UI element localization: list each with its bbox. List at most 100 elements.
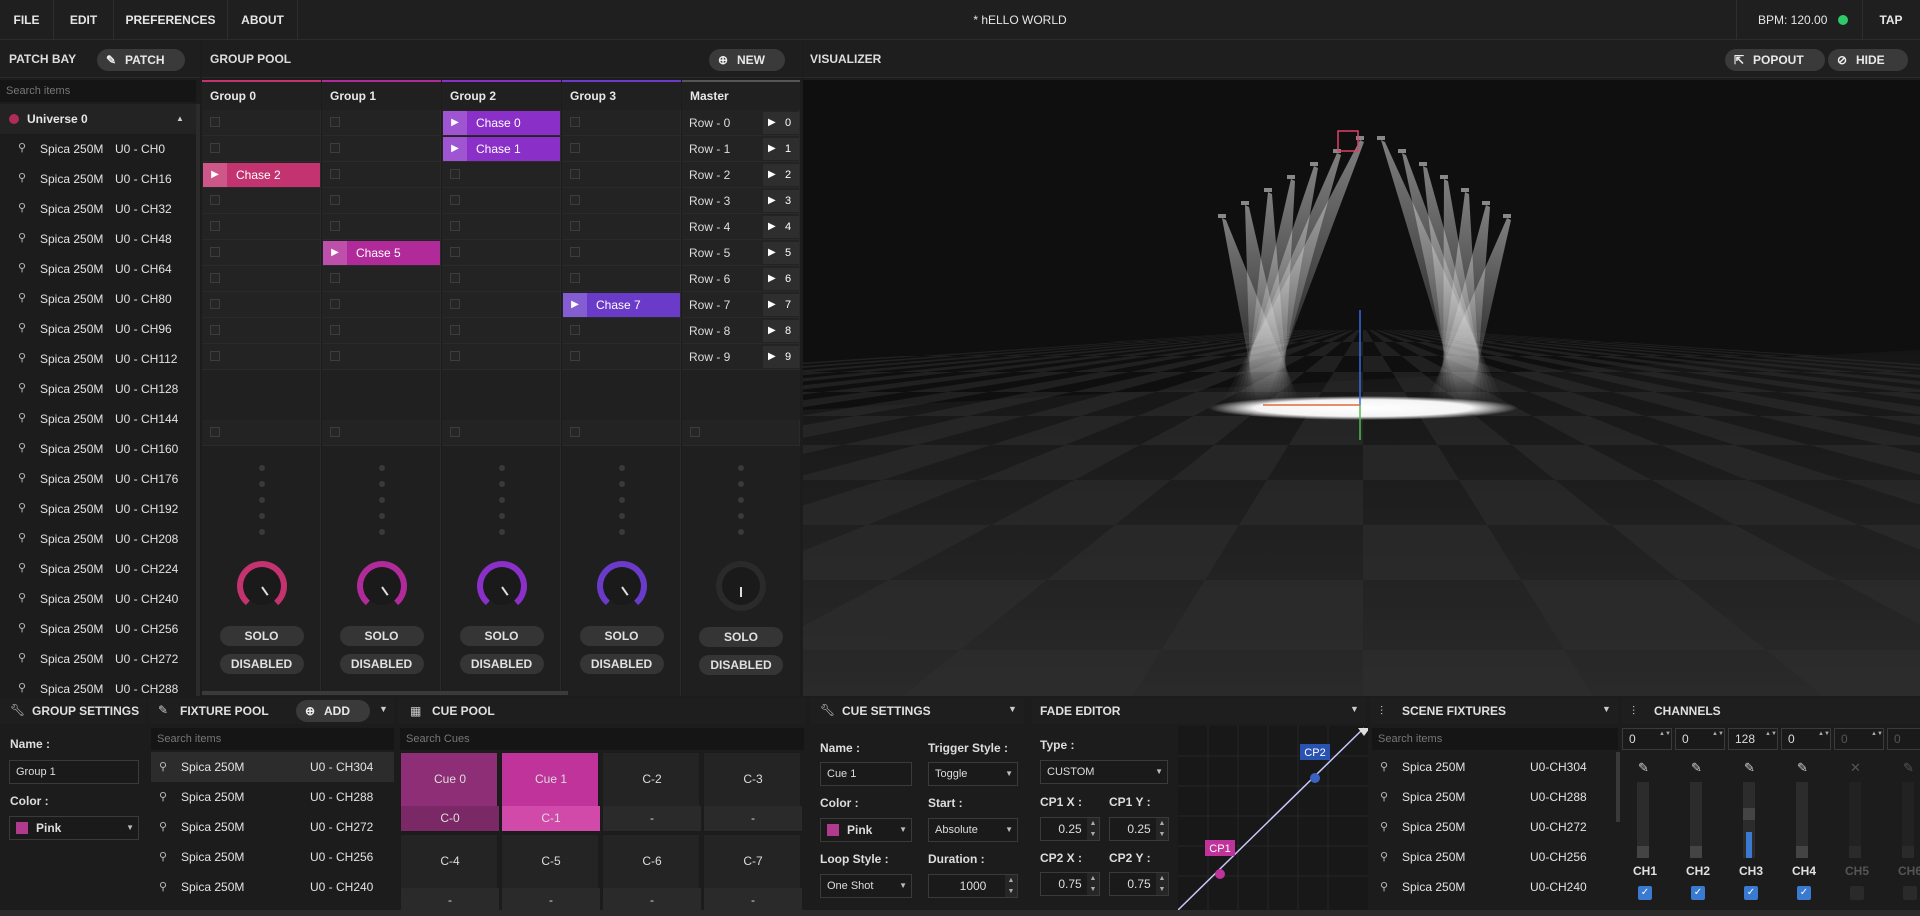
row-trigger-button[interactable]: ▶ 3 xyxy=(763,190,799,212)
group-header[interactable]: Group 0 xyxy=(202,82,321,110)
group-cell[interactable] xyxy=(562,110,681,136)
master-footer-cell[interactable] xyxy=(682,420,800,446)
group-cell[interactable] xyxy=(322,214,441,240)
patch-fixture-row[interactable]: ⚲ Spica 250M U0 - CH240 xyxy=(0,584,196,614)
universe-header[interactable]: Universe 0 ▲ xyxy=(0,104,196,134)
chase-cell[interactable]: ▶ Chase 2 xyxy=(203,163,320,187)
row-trigger-button[interactable]: ▶ 4 xyxy=(763,216,799,238)
patch-fixture-row[interactable]: ⚲ Spica 250M U0 - CH208 xyxy=(0,524,196,554)
master-disabled-button[interactable]: DISABLED xyxy=(699,655,783,675)
cell-checkbox[interactable] xyxy=(570,169,580,179)
chevron-down-icon[interactable]: ▼ xyxy=(379,704,388,714)
fader-handle[interactable] xyxy=(1796,846,1808,858)
stepper-icon[interactable]: ▲▼ xyxy=(1087,873,1099,895)
group-cell[interactable] xyxy=(562,318,681,344)
channel-fader[interactable] xyxy=(1743,782,1755,858)
cell-checkbox[interactable] xyxy=(450,325,460,335)
channel-enable-checkbox[interactable] xyxy=(1850,886,1864,900)
patch-fixture-row[interactable]: ⚲ Spica 250M U0 - CH48 xyxy=(0,224,196,254)
cell-checkbox[interactable] xyxy=(330,221,340,231)
channel-enable-checkbox[interactable]: ✓ xyxy=(1797,886,1811,900)
row-trigger-button[interactable]: ▶ 5 xyxy=(763,242,799,264)
channel-enable-checkbox[interactable] xyxy=(1903,886,1917,900)
group-cell[interactable] xyxy=(562,136,681,162)
cell-checkbox[interactable] xyxy=(330,143,340,153)
group-cell[interactable] xyxy=(322,110,441,136)
patch-fixture-row[interactable]: ⚲ Spica 250M U0 - CH160 xyxy=(0,434,196,464)
solo-button[interactable]: SOLO xyxy=(219,626,304,646)
channel-value-input[interactable]: 0▲▼ xyxy=(1834,728,1884,750)
channel-value-input[interactable]: 0▲▼ xyxy=(1887,728,1920,750)
stepper-icon[interactable]: ▲▼ xyxy=(1765,729,1777,749)
new-group-button[interactable]: ⊕ NEW xyxy=(709,49,785,71)
cell-checkbox[interactable] xyxy=(570,427,580,437)
popout-button[interactable]: ⇱ POPOUT xyxy=(1725,49,1825,71)
cell-checkbox[interactable] xyxy=(210,325,220,335)
cell-checkbox[interactable] xyxy=(450,221,460,231)
menu-about[interactable]: ABOUT xyxy=(228,0,298,40)
group-footer-cell[interactable] xyxy=(442,420,561,446)
group-cell[interactable] xyxy=(322,318,441,344)
patch-fixture-row[interactable]: ⚲ Spica 250M U0 - CH80 xyxy=(0,284,196,314)
scene-fixture-row[interactable]: ⚲ Spica 250M U0-CH256 xyxy=(1372,842,1620,872)
fader-handle[interactable] xyxy=(1690,846,1702,858)
grouppool-scrollbar[interactable] xyxy=(202,691,568,695)
cue-color-select[interactable]: Pink ▼ xyxy=(820,818,912,842)
group-color-select[interactable]: Pink ▼ xyxy=(9,816,139,840)
patch-fixture-row[interactable]: ⚲ Spica 250M U0 - CH128 xyxy=(0,374,196,404)
cuepool-search-input[interactable]: Search Cues xyxy=(400,728,804,750)
stepper-icon[interactable]: ▲▼ xyxy=(1087,818,1099,840)
menu-file[interactable]: FILE xyxy=(0,0,54,40)
channel-value-input[interactable]: 128 ▲▼ xyxy=(1728,728,1778,750)
cp1x-input[interactable]: 0.25 ▲ ▼ xyxy=(1040,817,1100,841)
play-icon[interactable]: ▶ xyxy=(323,241,347,265)
play-icon[interactable]: ▶ xyxy=(443,137,467,161)
cell-checkbox[interactable] xyxy=(450,299,460,309)
patch-fixture-row[interactable]: ⚲ Spica 250M U0 - CH32 xyxy=(0,194,196,224)
play-icon[interactable]: ▶ xyxy=(203,163,227,187)
cell-checkbox[interactable] xyxy=(330,325,340,335)
stepper-icon[interactable]: ▲▼ xyxy=(1156,818,1168,840)
cp2y-input[interactable]: 0.75 ▲ ▼ xyxy=(1109,872,1169,896)
cell-checkbox[interactable] xyxy=(330,169,340,179)
row-trigger-button[interactable]: ▶ 1 xyxy=(763,138,799,160)
patch-fixture-row[interactable]: ⚲ Spica 250M U0 - CH272 xyxy=(0,644,196,674)
group-cell[interactable] xyxy=(202,292,321,318)
group-cell[interactable] xyxy=(562,266,681,292)
cell-checkbox[interactable] xyxy=(330,273,340,283)
cell-checkbox[interactable] xyxy=(330,117,340,127)
fixturepool-search-input[interactable]: Search items xyxy=(151,728,394,750)
cell-checkbox[interactable] xyxy=(570,143,580,153)
solo-button[interactable]: SOLO xyxy=(579,626,664,646)
channel-enable-checkbox[interactable]: ✓ xyxy=(1638,886,1652,900)
patch-fixture-row[interactable]: ⚲ Spica 250M U0 - CH224 xyxy=(0,554,196,584)
scene-fixture-row[interactable]: ⚲ Spica 250M U0-CH304 xyxy=(1372,752,1620,782)
stepper-icon[interactable]: ▲▼ xyxy=(1659,729,1671,749)
fader-handle[interactable] xyxy=(1637,846,1649,858)
group-cell[interactable] xyxy=(442,318,561,344)
group-cell[interactable] xyxy=(202,266,321,292)
group-header[interactable]: Group 2 xyxy=(442,82,561,110)
channel-enable-checkbox[interactable]: ✓ xyxy=(1691,886,1705,900)
disabled-button[interactable]: DISABLED xyxy=(459,654,544,674)
solo-button[interactable]: SOLO xyxy=(339,626,424,646)
group-intensity-knob[interactable] xyxy=(596,561,647,611)
group-cell[interactable] xyxy=(202,214,321,240)
channel-fader[interactable] xyxy=(1849,782,1861,858)
group-cell[interactable] xyxy=(562,344,681,370)
start-select[interactable]: Absolute ▼ xyxy=(928,818,1018,842)
scene-fixture-row[interactable]: ⚲ Spica 250M U0-CH240 xyxy=(1372,872,1620,902)
cell-checkbox[interactable] xyxy=(450,427,460,437)
channel-value-input[interactable]: 0▲▼ xyxy=(1781,728,1831,750)
patch-fixture-row[interactable]: ⚲ Spica 250M U0 - CH0 xyxy=(0,134,196,164)
row-trigger-button[interactable]: ▶ 9 xyxy=(763,346,799,368)
cell-checkbox[interactable] xyxy=(210,427,220,437)
chase-cell[interactable]: ▶ Chase 0 xyxy=(443,111,560,135)
cell-checkbox[interactable] xyxy=(210,351,220,361)
cell-checkbox[interactable] xyxy=(570,325,580,335)
channel-value-input[interactable]: 0▲▼ xyxy=(1622,728,1672,750)
patch-fixture-row[interactable]: ⚲ Spica 250M U0 - CH96 xyxy=(0,314,196,344)
hide-button[interactable]: ⊘ HIDE xyxy=(1828,49,1908,71)
group-intensity-knob[interactable] xyxy=(356,561,407,611)
cell-checkbox[interactable] xyxy=(690,427,700,437)
